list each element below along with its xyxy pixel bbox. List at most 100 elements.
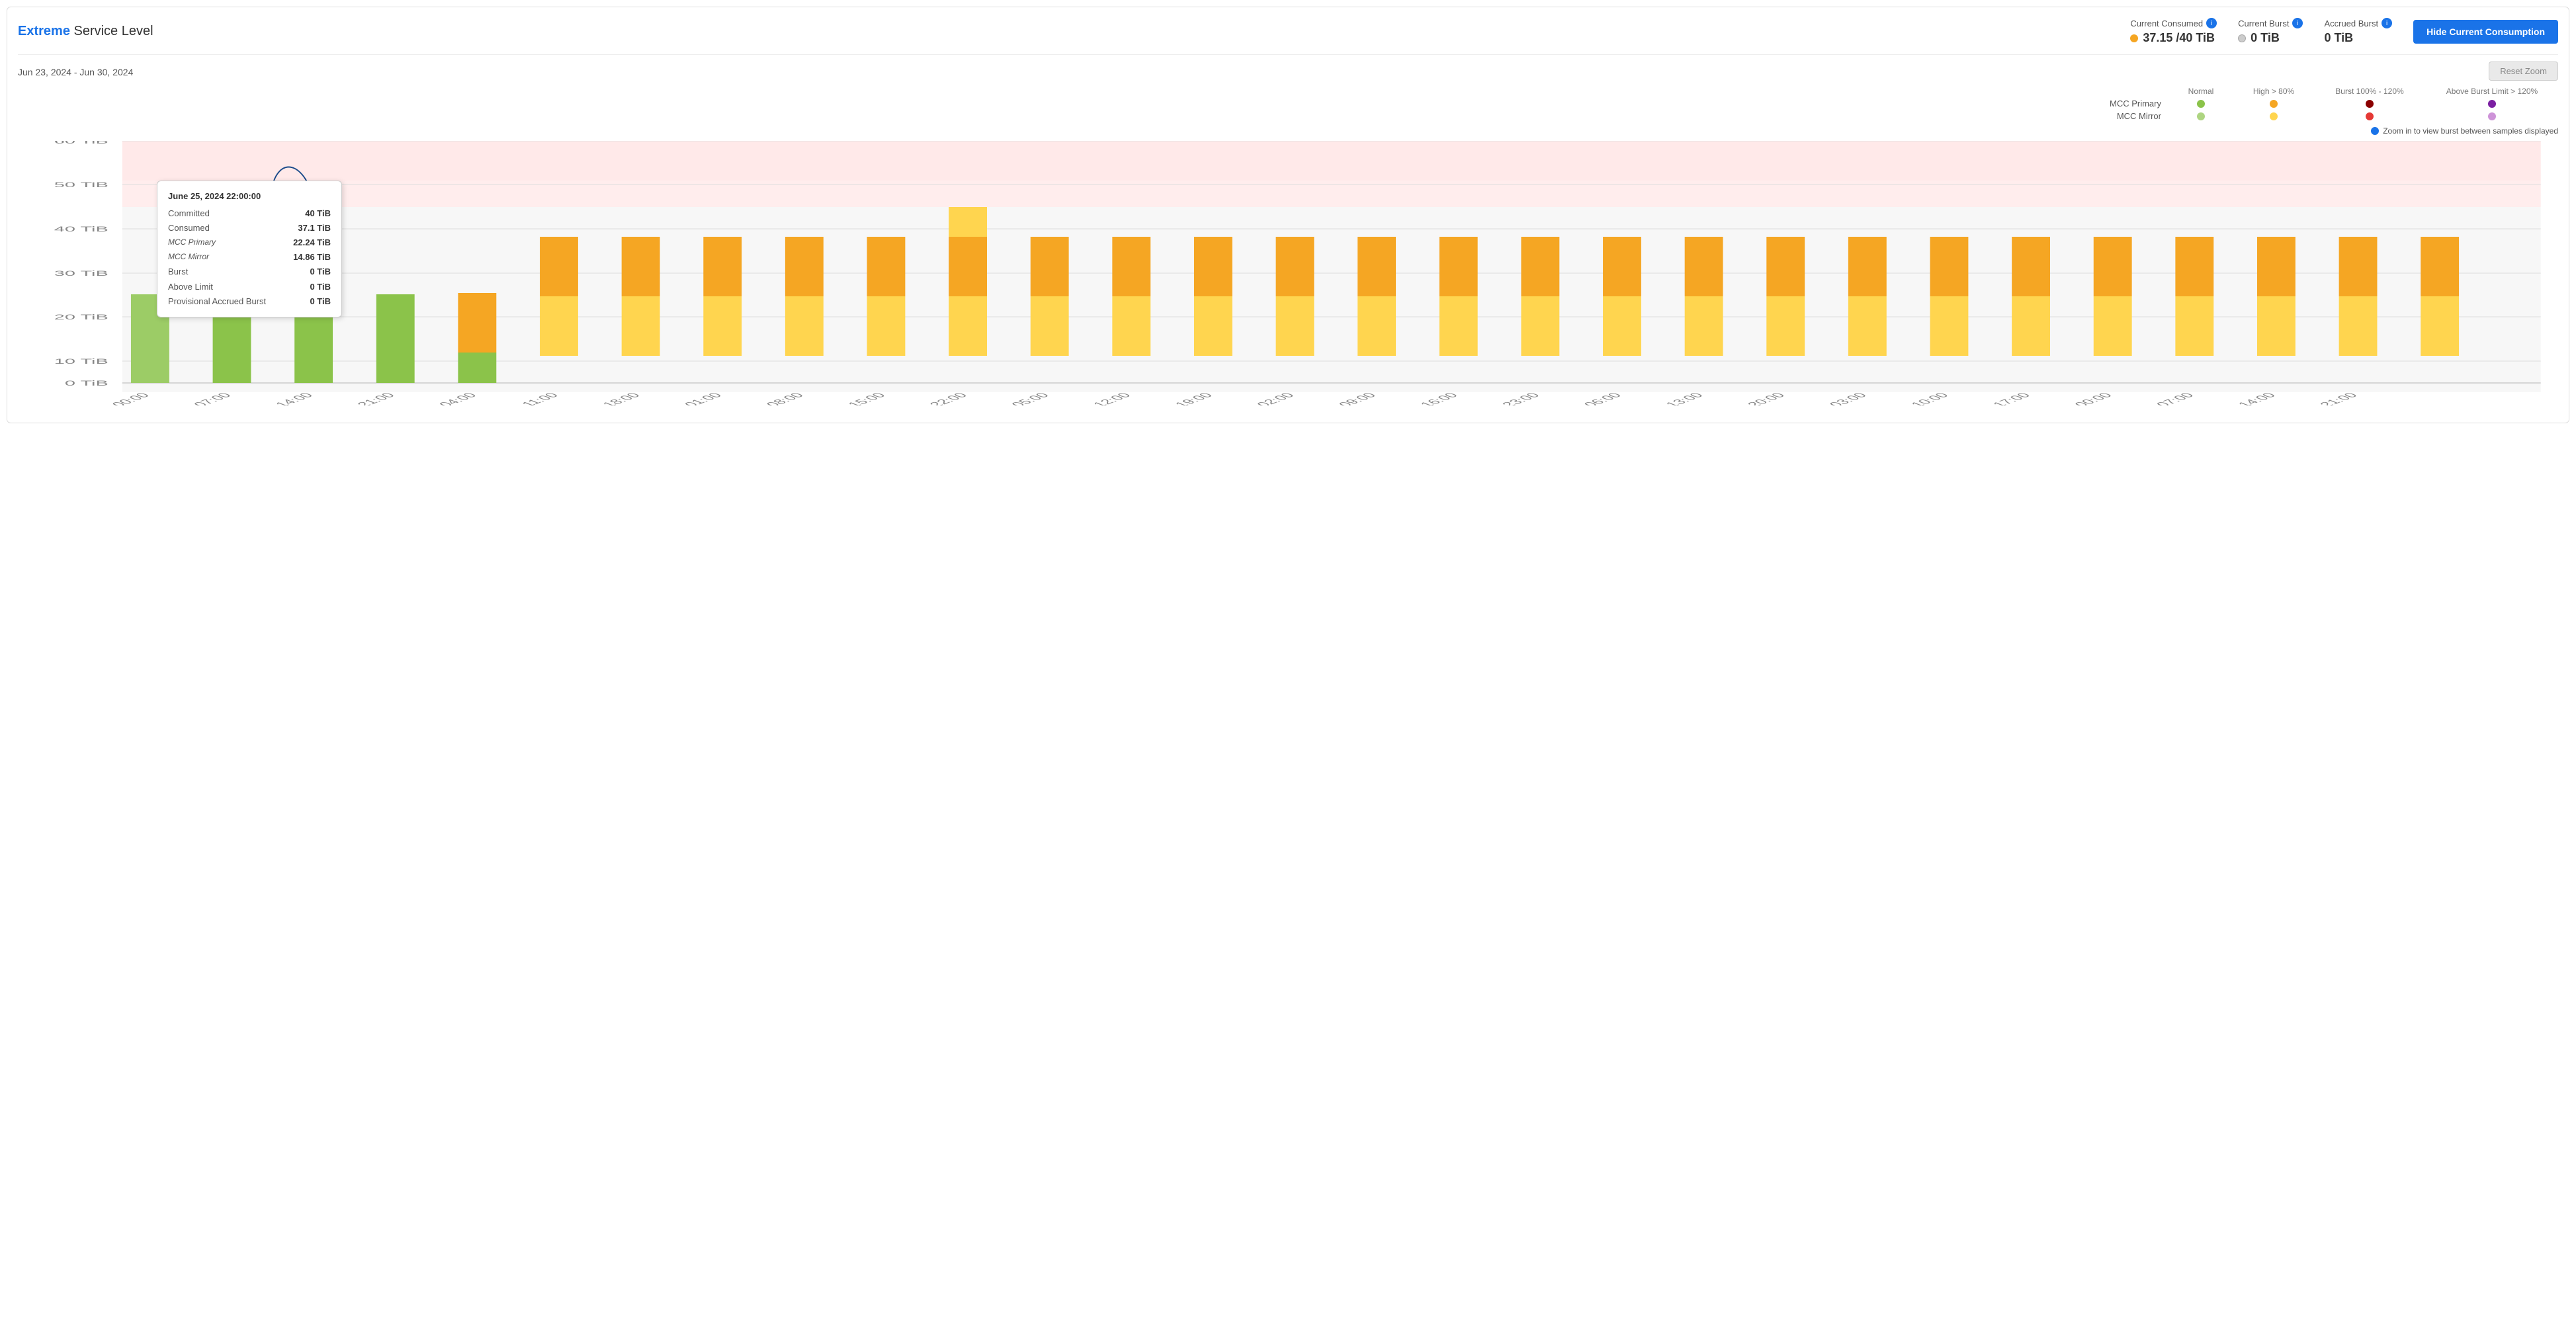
bar-9-mirror xyxy=(867,296,906,356)
bar-11-mirror xyxy=(1031,296,1069,356)
legend-area: Normal High > 80% Burst 100% - 120% Abov… xyxy=(18,87,2558,136)
burst-dot xyxy=(2238,34,2246,42)
current-burst-info-icon[interactable]: i xyxy=(2292,18,2303,28)
bar-19-primary xyxy=(1685,237,1723,296)
main-container: Extreme Service Level Current Consumed i… xyxy=(7,7,2569,423)
svg-text:28 Jun 06:00: 28 Jun 06:00 xyxy=(1541,392,1625,405)
svg-text:30 Jun 14:00: 30 Jun 14:00 xyxy=(2195,392,2280,405)
bar-26-mirror xyxy=(2257,296,2296,356)
mcc-mirror-above-dot xyxy=(2488,112,2496,120)
chart-top-row: Jun 23, 2024 - Jun 30, 2024 Reset Zoom xyxy=(18,62,2558,83)
bar-8-mirror xyxy=(785,296,824,356)
bar-chart-svg: 60 TiB 50 TiB 40 TiB 30 TiB 20 TiB 10 Ti… xyxy=(18,141,2558,405)
svg-text:27 Jun 02:00: 27 Jun 02:00 xyxy=(1213,392,1298,405)
bar-18-mirror xyxy=(1603,296,1641,356)
svg-text:23 Jun 00:00: 23 Jun 00:00 xyxy=(69,392,153,405)
tooltip-committed-label: Committed xyxy=(168,206,210,221)
legend-header-high: High > 80% xyxy=(2234,87,2313,96)
ylabel-30: 30 TiB xyxy=(54,269,108,278)
bar-25-primary xyxy=(2175,237,2213,296)
accrued-burst-label: Accrued Burst i xyxy=(2324,18,2392,28)
reset-zoom-button[interactable]: Reset Zoom xyxy=(2489,62,2558,81)
bar-27-mirror xyxy=(2339,296,2378,356)
svg-text:29 Jun 03:00: 29 Jun 03:00 xyxy=(1786,392,1871,405)
svg-text:25 Jun 01:00: 25 Jun 01:00 xyxy=(641,392,726,405)
svg-text:27 Jun 23:00: 27 Jun 23:00 xyxy=(1459,392,1543,405)
chart-wrapper: 60 TiB 50 TiB 40 TiB 30 TiB 20 TiB 10 Ti… xyxy=(18,141,2558,405)
bar-15-primary xyxy=(1357,237,1396,296)
tooltip-provisional-value: 0 TiB xyxy=(310,294,331,309)
current-consumed-label: Current Consumed i xyxy=(2130,18,2217,28)
service-level-title: Extreme Service Level xyxy=(18,24,153,39)
tooltip-burst-value: 0 TiB xyxy=(310,265,331,279)
legend-header-above: Above Burst Limit > 120% xyxy=(2426,87,2558,96)
bar-26-primary xyxy=(2257,237,2296,296)
svg-text:27 Jun 09:00: 27 Jun 09:00 xyxy=(1295,392,1380,405)
bar-7-primary xyxy=(703,237,742,296)
bar-4-mirror xyxy=(458,353,496,383)
svg-text:26 Jun 05:00: 26 Jun 05:00 xyxy=(968,392,1052,405)
date-range: Jun 23, 2024 - Jun 30, 2024 xyxy=(18,62,133,83)
zoom-hint: Zoom in to view burst between samples di… xyxy=(2371,126,2558,136)
bar-12-primary xyxy=(1112,237,1150,296)
ylabel-60: 60 TiB xyxy=(54,141,108,146)
svg-text:25 Jun 22:00: 25 Jun 22:00 xyxy=(886,392,971,405)
svg-text:24 Jun 18:00: 24 Jun 18:00 xyxy=(559,392,644,405)
svg-text:23 Jun 21:00: 23 Jun 21:00 xyxy=(314,392,398,405)
bar-17-primary xyxy=(1521,237,1559,296)
svg-text:25 Jun 15:00: 25 Jun 15:00 xyxy=(804,392,889,405)
current-burst-label: Current Burst i xyxy=(2238,18,2303,28)
tooltip-mcc-mirror-label: MCC Mirror xyxy=(168,250,209,265)
bar-6-mirror xyxy=(622,296,660,356)
tooltip-provisional-row: Provisional Accrued Burst 0 TiB xyxy=(168,294,331,309)
bar-13-mirror xyxy=(1194,296,1232,356)
bar-21-primary xyxy=(1848,237,1887,296)
bar-28-mirror xyxy=(2421,296,2459,356)
bar-21-mirror xyxy=(1848,296,1887,356)
mcc-primary-high-dot xyxy=(2270,100,2278,108)
mcc-mirror-normal-dot xyxy=(2197,112,2205,120)
bar-22-primary xyxy=(1930,237,1969,296)
bar-15-mirror xyxy=(1357,296,1396,356)
title-bold: Extreme xyxy=(18,24,70,38)
tooltip-mcc-primary-label: MCC Primary xyxy=(168,235,216,250)
current-burst-metric: Current Burst i 0 TiB xyxy=(2238,18,2303,45)
accrued-burst-metric: Accrued Burst i 0 TiB xyxy=(2324,18,2392,45)
tooltip-title: June 25, 2024 22:00:00 xyxy=(168,189,331,204)
tooltip-provisional-label: Provisional Accrued Burst xyxy=(168,294,266,309)
legend-mcc-mirror-name: MCC Mirror xyxy=(2095,111,2168,121)
mcc-mirror-high-dot xyxy=(2270,112,2278,120)
bar-24-primary xyxy=(2094,237,2132,296)
accrued-burst-info-icon[interactable]: i xyxy=(2382,18,2392,28)
tooltip-above-limit-row: Above Limit 0 TiB xyxy=(168,280,331,294)
bar-14-mirror xyxy=(1276,296,1314,356)
consumed-dot xyxy=(2130,34,2138,42)
bar-22-mirror xyxy=(1930,296,1969,356)
legend-header-normal: Normal xyxy=(2168,87,2234,96)
svg-text:26 Jun 19:00: 26 Jun 19:00 xyxy=(1132,392,1217,405)
tooltip-consumed-label: Consumed xyxy=(168,221,210,235)
ylabel-10: 10 TiB xyxy=(54,357,108,366)
bar-6-primary xyxy=(622,237,660,296)
tooltip-burst-row: Burst 0 TiB xyxy=(168,265,331,279)
tooltip-mcc-mirror-value: 14.86 TiB xyxy=(293,250,331,265)
bar-10-mirror xyxy=(949,296,987,356)
ylabel-50: 50 TiB xyxy=(54,181,108,189)
tooltip-above-limit-value: 0 TiB xyxy=(310,280,331,294)
bar-16-mirror xyxy=(1439,296,1478,356)
hide-consumption-button[interactable]: Hide Current Consumption xyxy=(2413,20,2558,44)
bar-5-mirror xyxy=(540,296,578,356)
bar-12-mirror xyxy=(1112,296,1150,356)
bar-9-primary xyxy=(867,237,906,296)
bar-10-primary xyxy=(949,237,987,296)
tooltip-above-limit-label: Above Limit xyxy=(168,280,213,294)
chart-tooltip: June 25, 2024 22:00:00 Committed 40 TiB … xyxy=(157,181,342,317)
tooltip-committed-value: 40 TiB xyxy=(305,206,331,221)
svg-text:26 Jun 12:00: 26 Jun 12:00 xyxy=(1050,392,1135,405)
current-consumed-info-icon[interactable]: i xyxy=(2206,18,2217,28)
tooltip-mcc-primary-value: 22.24 TiB xyxy=(293,235,331,250)
bar-25-mirror xyxy=(2175,296,2213,356)
bar-18-primary xyxy=(1603,237,1641,296)
bar-8-primary xyxy=(785,237,824,296)
current-consumed-value: 37.15 /40 TiB xyxy=(2130,31,2215,45)
